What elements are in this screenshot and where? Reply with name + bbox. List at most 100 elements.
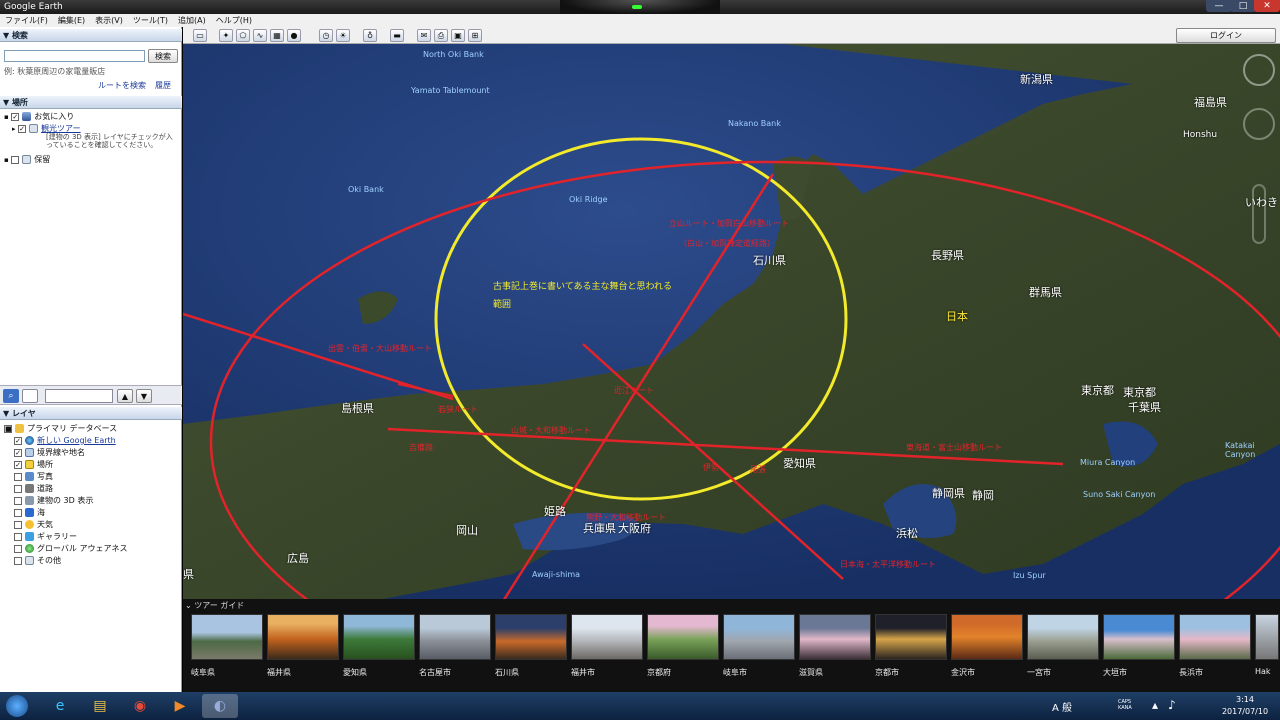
menu-help[interactable]: ヘルプ(H) [211,14,257,27]
place-label: 静岡 [972,489,994,502]
title-bar: Google Earth — □ ✕ [0,0,1280,14]
look-control-icon[interactable] [1243,108,1275,140]
chrome-icon[interactable]: ◉ [122,694,158,718]
layer-item[interactable]: ギャラリー [4,531,127,543]
historical-imagery-icon[interactable]: ◷ [319,29,333,42]
place-label: 愛知県 [783,457,816,470]
path-icon[interactable]: ∿ [253,29,267,42]
layer-item[interactable]: 建物の 3D 表示 [4,495,127,507]
sunlight-icon[interactable]: ☀ [336,29,350,42]
borders-icon [25,448,34,457]
ime-indicator[interactable]: A 般 [1052,699,1072,714]
search-header[interactable]: ▼ 検索 [0,29,182,42]
menu-tools[interactable]: ツール(T) [128,14,173,27]
tour-thumbnail[interactable] [1179,614,1251,660]
place-label: 群馬県 [1029,286,1062,299]
print-icon[interactable]: ⎙ [434,29,448,42]
tour-thumbnail[interactable] [267,614,339,660]
awareness-icon [25,544,34,553]
maximize-button[interactable]: □ [1230,0,1256,12]
tree-item-pending[interactable]: ▪ 保留 [4,154,50,166]
panel-toggle-icon[interactable] [22,389,38,403]
tour-thumbnail[interactable] [723,614,795,660]
compass-icon[interactable] [1243,54,1275,86]
layer-item[interactable]: 海 [4,507,127,519]
tray-icon[interactable]: ▴ [1152,698,1158,712]
sea-label: Oki Ridge [569,195,608,204]
tour-thumbnail[interactable] [419,614,491,660]
tour-thumbnail[interactable] [571,614,643,660]
tour-thumbnail[interactable] [1103,614,1175,660]
place-label: Honshu [1183,130,1218,140]
close-button[interactable]: ✕ [1254,0,1280,12]
overlay-icon[interactable]: ▦ [270,29,284,42]
explorer-icon[interactable]: ▤ [82,694,118,718]
tour-thumbnail[interactable] [191,614,263,660]
menu-add[interactable]: 追加(A) [173,14,211,27]
gallery-icon [25,532,34,541]
layer-item[interactable]: グローバル アウェアネス [4,543,127,555]
ie-icon[interactable]: e [42,694,78,718]
tour-label: 石川県 [495,668,519,677]
media-player-icon[interactable]: ▶ [162,694,198,718]
clock-date[interactable]: 2017/07/10 [1215,707,1275,716]
email-icon[interactable]: ✉ [417,29,431,42]
places-icon [25,460,34,469]
weather-icon [25,520,34,529]
layer-item[interactable]: 写真 [4,471,127,483]
layer-item[interactable]: ✓ 新しい Google Earth [4,435,127,447]
tour-label: 福井市 [571,668,595,677]
layer-item[interactable]: 天気 [4,519,127,531]
menu-edit[interactable]: 編集(E) [53,14,90,27]
search-button[interactable]: 検索 [148,49,178,63]
minimize-button[interactable]: — [1206,0,1232,12]
main-toolbar: ▭ ✦ ⬠ ∿ ▦ ● ◷ ☀ ♁ ▬ ✉ ⎙ ▣ ⊞ ログイン [183,27,1280,44]
tour-thumbnail[interactable] [343,614,415,660]
tour-record-icon[interactable]: ● [287,29,301,42]
tour-thumbnail[interactable] [1027,614,1099,660]
maps-icon[interactable]: ⊞ [468,29,482,42]
move-up-icon[interactable]: ▲ [117,389,133,403]
sea-label: Suno Saki Canyon [1083,490,1156,499]
start-button[interactable] [6,695,28,717]
sea-label: Miura Canyon [1080,458,1136,467]
history-link[interactable]: 履歴 [155,80,171,91]
polygon-icon[interactable]: ⬠ [236,29,250,42]
route-search-link[interactable]: ルートを検索 [98,80,146,91]
tree-item-favorites[interactable]: ▪ ✓ お気に入り [4,111,74,123]
ruler-icon[interactable]: ▬ [390,29,404,42]
tour-thumbnail[interactable] [495,614,567,660]
roads-icon [25,484,34,493]
volume-icon[interactable]: ♪ [1168,698,1176,712]
clock-time[interactable]: 3:14 [1215,695,1275,704]
layers-header[interactable]: ▼ レイヤ [0,407,182,420]
places-filter-input[interactable] [45,389,113,403]
layer-item[interactable]: ✓ 境界線や地名 [4,447,127,459]
search-places-icon[interactable]: ⌕ [3,389,19,403]
places-header[interactable]: ▼ 場所 [0,96,182,109]
layer-item[interactable]: ■ プライマリ データベース [4,423,127,435]
layer-item[interactable]: その他 [4,555,127,567]
tour-thumbnail[interactable] [647,614,719,660]
login-button[interactable]: ログイン [1176,28,1276,43]
tour-thumbnail[interactable] [875,614,947,660]
placemark-icon[interactable]: ✦ [219,29,233,42]
map-view[interactable]: North Oki Bank Yamato Tablemount Oki Ban… [183,44,1280,599]
menu-file[interactable]: ファイル(F) [0,14,53,27]
route-label: 尾張 [750,465,766,474]
planets-icon[interactable]: ♁ [363,29,377,42]
sidebar-toggle-icon[interactable]: ▭ [193,29,207,42]
tour-thumbnail[interactable] [799,614,871,660]
save-image-icon[interactable]: ▣ [451,29,465,42]
menu-view[interactable]: 表示(V) [90,14,128,27]
tour-label: 金沢市 [951,668,975,677]
tour-thumbnail[interactable] [951,614,1023,660]
layer-item[interactable]: 道路 [4,483,127,495]
tour-thumbnail[interactable] [1255,614,1279,660]
zoom-slider[interactable] [1252,184,1266,244]
move-down-icon[interactable]: ▼ [136,389,152,403]
search-input[interactable] [4,50,145,62]
route-label: 近江ルート [614,386,654,395]
google-earth-taskbar-icon[interactable]: ◐ [202,694,238,718]
layer-item[interactable]: ✓ 場所 [4,459,127,471]
